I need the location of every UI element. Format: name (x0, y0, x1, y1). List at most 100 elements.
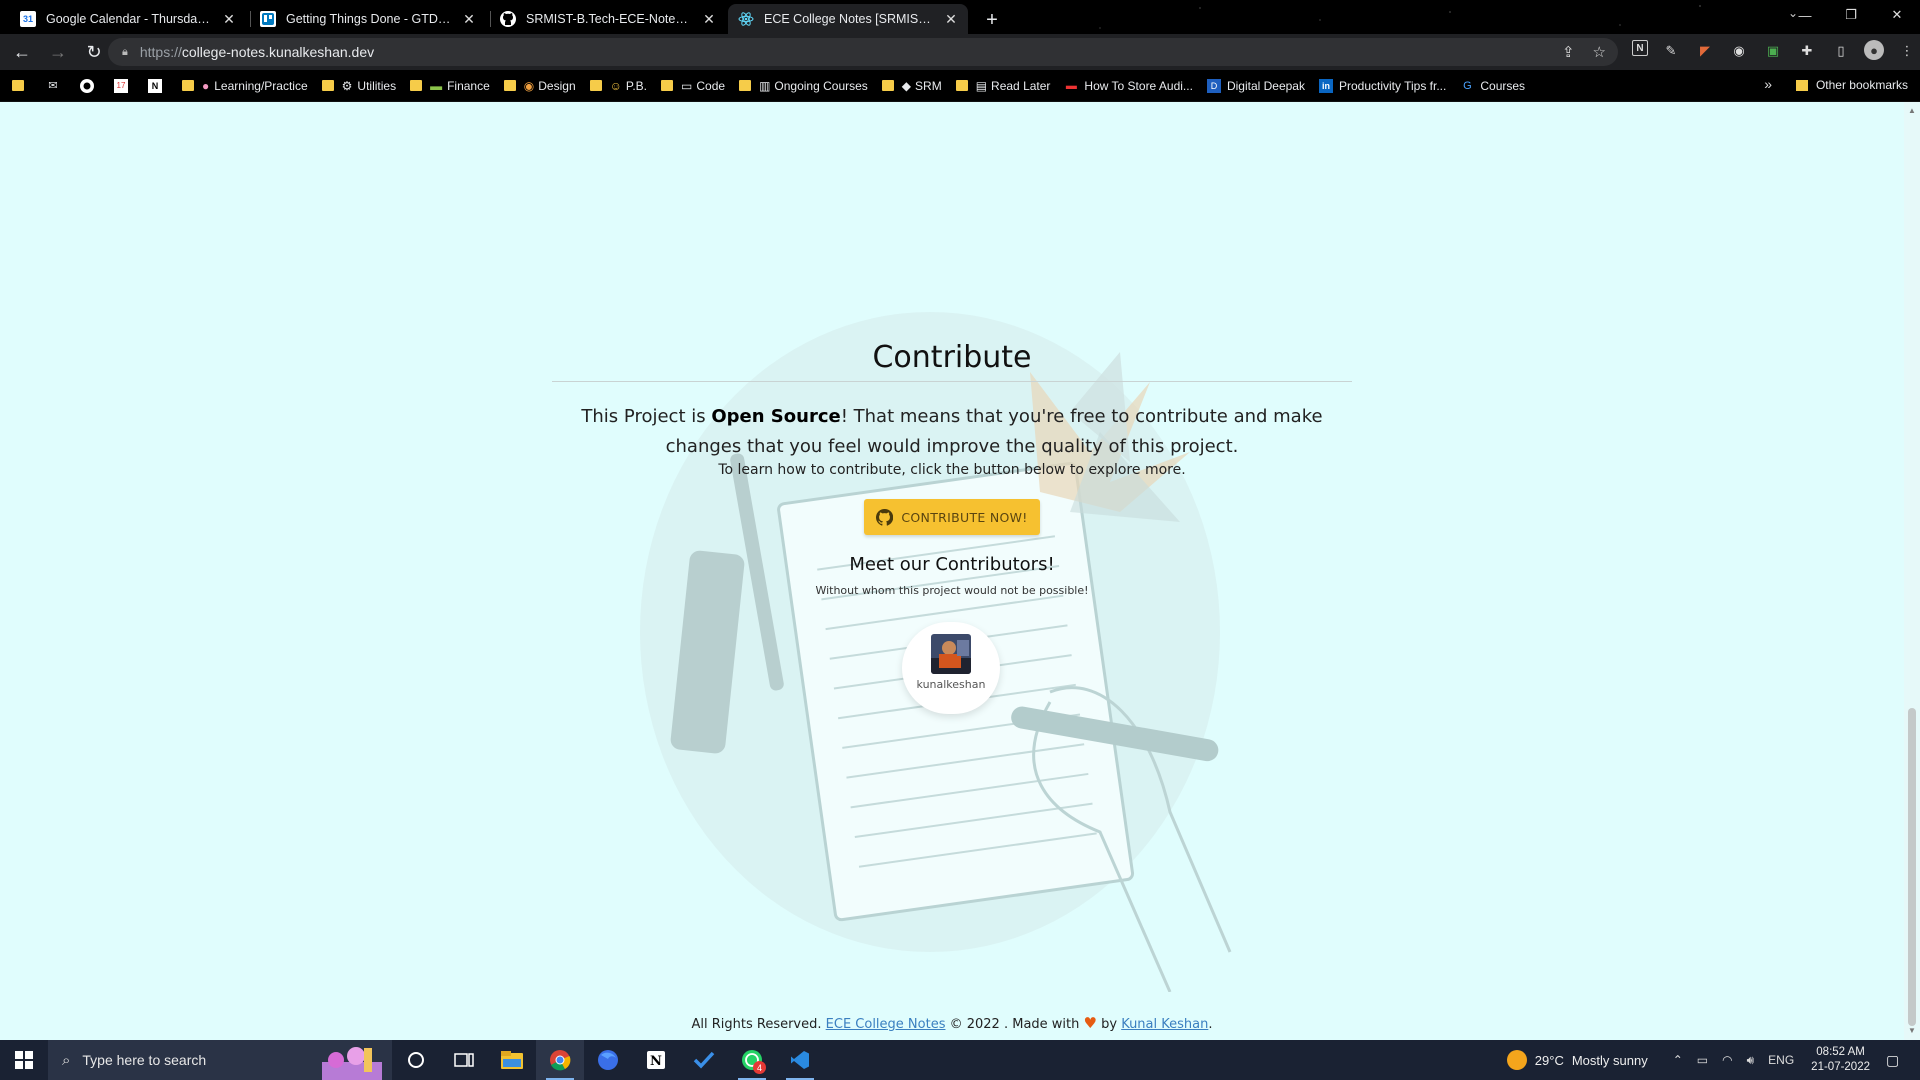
bookmark-folder-learning[interactable]: ● Learning/Practice (182, 79, 308, 93)
new-tab-button[interactable]: + (978, 6, 1006, 34)
folder-icon (955, 80, 968, 91)
close-icon[interactable]: ✕ (944, 11, 958, 27)
windows-logo-icon (15, 1051, 33, 1069)
bookmark-folder-pb[interactable]: ☺ P.B. (589, 79, 647, 93)
tab-google-calendar[interactable]: 31 Google Calendar - Thursday, July ✕ (10, 4, 246, 34)
search-icon: ⌕ (62, 1051, 71, 1069)
contributors-subtitle: Without whom this project would not be p… (815, 584, 1089, 597)
chrome-taskbar-icon[interactable] (536, 1040, 584, 1080)
react-icon (738, 11, 754, 27)
bookmark-folder-read-later[interactable]: ▤ Read Later (955, 79, 1050, 93)
bookmark-store-audio[interactable]: ▬ How To Store Audi... (1064, 79, 1193, 93)
tab-ece-college-notes[interactable]: ECE College Notes [SRMIST]-2022 ✕ (728, 4, 968, 34)
reload-icon[interactable]: ↻ (80, 38, 108, 66)
menu-dots-icon[interactable]: ⋮ (1896, 40, 1918, 62)
bookmark-folder-finance[interactable]: ▬ Finance (410, 79, 490, 93)
other-bookmarks[interactable]: Other bookmarks (1795, 78, 1908, 92)
bookmark-folder[interactable] (12, 80, 32, 91)
taskbar-search-box[interactable]: ⌕ Type here to search (48, 1040, 392, 1080)
site-link[interactable]: ECE College Notes (826, 1017, 946, 1032)
side-panel-icon[interactable]: ▯ (1830, 40, 1852, 62)
forward-arrow-icon[interactable]: → (44, 38, 72, 66)
meet-now-icon[interactable]: ▭ (1697, 1053, 1708, 1067)
volume-icon[interactable]: 🔊︎ (1747, 1053, 1755, 1068)
close-icon[interactable]: ✕ (222, 11, 236, 27)
page-content: Contribute This Project is Open Source! … (0, 102, 1904, 1040)
address-bar[interactable]: 🔒︎ https://college-notes.kunalkeshan.dev… (108, 38, 1618, 66)
bookmark-courses[interactable]: G Courses (1460, 79, 1525, 93)
open-source-description: This Project is Open Source! That means … (581, 406, 1323, 457)
bookmark-folder-code[interactable]: ▭ Code (661, 79, 725, 93)
tab-title: Google Calendar - Thursday, July (46, 12, 212, 26)
bookmark-github[interactable] (80, 78, 100, 93)
url-text: https://college-notes.kunalkeshan.dev (139, 44, 375, 60)
tab-github-repo[interactable]: SRMIST-B.Tech-ECE-Notes-2022- ✕ (490, 4, 726, 34)
back-arrow-icon[interactable]: ← (8, 38, 36, 66)
share-icon[interactable]: ⇪ (1562, 43, 1575, 61)
author-link[interactable]: Kunal Keshan (1121, 1017, 1208, 1032)
wifi-icon[interactable]: ◠ (1722, 1053, 1732, 1067)
tab-title: SRMIST-B.Tech-ECE-Notes-2022- (526, 12, 692, 26)
bookmark-notion[interactable]: N (148, 78, 168, 93)
eye-extension-icon[interactable]: ◉ (1728, 40, 1750, 62)
folder-icon (589, 80, 602, 91)
notion-taskbar-icon[interactable]: N (632, 1040, 680, 1080)
whatsapp-taskbar-icon[interactable]: 4 (728, 1040, 776, 1080)
bookmarks-bar: ✉ 17 N ● Learning/Practice ⚙ Utilities ▬ Fi… (0, 70, 1920, 102)
courses-logo-icon: G (1463, 79, 1472, 92)
bookmark-productivity-tips[interactable]: in Productivity Tips fr... (1318, 78, 1446, 93)
calendar-icon: 17 (114, 78, 128, 93)
heart-icon: ♥ (1083, 1014, 1097, 1032)
more-bookmarks-icon[interactable]: » (1764, 76, 1772, 92)
task-view-icon[interactable] (440, 1040, 488, 1080)
close-icon[interactable]: ✕ (462, 11, 476, 27)
contributor-card[interactable]: kunalkeshan (902, 622, 1000, 714)
tab-trello[interactable]: Getting Things Done - GTD | Trello ✕ (250, 4, 486, 34)
tab-strip: 31 Google Calendar - Thursday, July ✕ Ge… (0, 0, 1920, 34)
bookmark-folder-utilities[interactable]: ⚙ Utilities (321, 79, 396, 93)
lock-icon[interactable]: 🔒︎ (122, 46, 128, 59)
language-indicator[interactable]: ENG (1768, 1053, 1794, 1067)
weather-widget[interactable]: 29°C Mostly sunny (1506, 1050, 1648, 1070)
minimize-icon[interactable]: — (1782, 0, 1828, 30)
pen-extension-icon[interactable]: ✎ (1660, 40, 1682, 62)
bookmark-folder-ongoing-courses[interactable]: ▥ Ongoing Courses (739, 79, 868, 93)
windows-start-button[interactable] (0, 1040, 48, 1080)
github-icon (876, 508, 894, 526)
close-icon[interactable]: ✕ (702, 11, 716, 27)
bookmark-calendar[interactable]: 17 (114, 78, 134, 93)
profile-avatar-icon[interactable]: ● (1864, 40, 1884, 60)
scroll-up-icon[interactable]: ▲ (1908, 106, 1916, 115)
megaphone-extension-icon[interactable]: ◤ (1694, 40, 1716, 62)
bookmark-folder-srm[interactable]: ◆ SRM (881, 79, 942, 93)
page-scrollbar[interactable]: ▲ ▼ (1904, 102, 1920, 1040)
folder-icon (881, 80, 894, 91)
brain-icon: ● (202, 78, 210, 93)
file-explorer-icon[interactable] (488, 1040, 536, 1080)
close-window-icon[interactable]: ✕ (1874, 0, 1920, 30)
screen-extension-icon[interactable]: ▣ (1762, 40, 1784, 62)
taskbar-clock[interactable]: 08:52 AM 21-07-2022 (1811, 1045, 1870, 1075)
restore-icon[interactable]: ❐ (1828, 0, 1874, 30)
contribute-now-button[interactable]: CONTRIBUTE NOW! (864, 499, 1040, 535)
section-title: Contribute (552, 340, 1352, 382)
todo-taskbar-icon[interactable] (680, 1040, 728, 1080)
cortana-icon[interactable] (392, 1040, 440, 1080)
windows-taskbar: ⌕ Type here to search N 4 29°C Mostly su… (0, 1040, 1920, 1080)
bookmark-folder-design[interactable]: ◉ Design (503, 79, 576, 93)
folder-icon (1795, 79, 1808, 91)
bookmark-mail[interactable]: ✉ (46, 79, 66, 93)
mail-icon: ✉ (48, 80, 58, 92)
scroll-down-icon[interactable]: ▼ (1908, 1026, 1916, 1035)
notification-center-icon[interactable]: ▢ (1886, 1052, 1910, 1069)
scrollbar-thumb[interactable] (1908, 708, 1916, 1026)
bookmark-star-icon[interactable]: ☆ (1593, 43, 1606, 61)
bookmark-digital-deepak[interactable]: D Digital Deepak (1206, 78, 1305, 93)
laptop-icon: ▭ (681, 78, 693, 93)
vscode-taskbar-icon[interactable] (776, 1040, 824, 1080)
firefox-taskbar-icon[interactable] (584, 1040, 632, 1080)
chevron-up-icon[interactable]: ⌃ (1673, 1053, 1683, 1067)
puzzle-extensions-icon[interactable]: ✚ (1796, 40, 1818, 62)
contributor-name: kunalkeshan (916, 678, 986, 691)
notion-extension-icon[interactable]: N (1632, 40, 1648, 56)
